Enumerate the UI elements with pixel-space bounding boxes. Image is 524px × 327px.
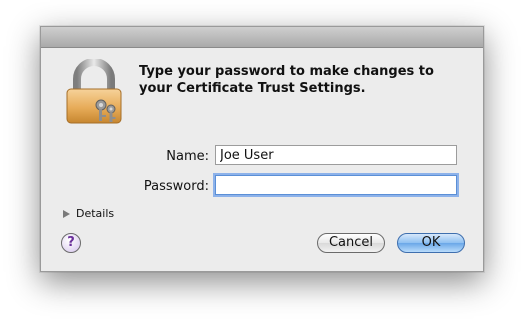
dialog-titlebar	[41, 27, 483, 48]
disclosure-triangle-icon	[63, 209, 70, 218]
padlock-with-keys-icon	[66, 59, 122, 124]
name-label: Name:	[166, 149, 209, 164]
screen: Type your password to make changes to yo…	[0, 0, 524, 327]
authentication-dialog: Type your password to make changes to yo…	[40, 26, 484, 272]
ok-button[interactable]: OK	[397, 233, 465, 253]
name-field[interactable]	[215, 145, 457, 165]
details-disclosure[interactable]: Details	[63, 207, 114, 220]
password-label: Password:	[143, 179, 209, 194]
help-button[interactable]: ?	[61, 233, 81, 253]
password-field[interactable]	[215, 175, 457, 195]
authentication-message: Type your password to make changes to yo…	[139, 64, 434, 96]
details-label: Details	[76, 207, 115, 220]
cancel-button[interactable]: Cancel	[317, 233, 385, 253]
